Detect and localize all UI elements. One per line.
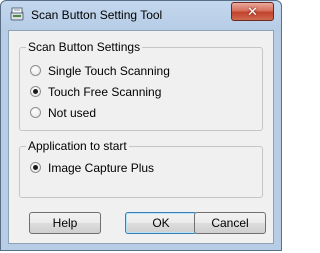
close-button[interactable]: ✕ — [231, 2, 274, 21]
radio-label: Image Capture Plus — [48, 161, 155, 175]
scan-button-settings-group: Scan Button Settings Single Touch Scanni… — [19, 40, 263, 131]
scanner-settings-icon — [9, 6, 25, 22]
group-label: Application to start — [26, 139, 129, 153]
radio-label: Touch Free Scanning — [48, 85, 162, 99]
radio-label: Single Touch Scanning — [48, 64, 170, 78]
dialog-window: Scan Button Setting Tool ✕ Scan Button S… — [0, 0, 282, 251]
cancel-button[interactable]: Cancel — [194, 212, 266, 234]
help-button[interactable]: Help — [29, 212, 101, 234]
window-title: Scan Button Setting Tool — [31, 8, 163, 22]
ok-button[interactable]: OK — [125, 212, 197, 234]
application-to-start-group: Application to start Image Capture Plus — [19, 139, 263, 198]
radio-button[interactable] — [30, 107, 41, 118]
close-icon: ✕ — [247, 4, 258, 19]
title-bar[interactable]: Scan Button Setting Tool ✕ — [1, 1, 281, 29]
dialog-client-area: Scan Button Settings Single Touch Scanni… — [8, 30, 274, 244]
radio-button[interactable] — [30, 65, 41, 76]
radio-label: Not used — [48, 106, 97, 120]
radio-button[interactable] — [30, 86, 41, 97]
group-label: Scan Button Settings — [26, 40, 143, 54]
radio-button[interactable] — [30, 162, 41, 173]
